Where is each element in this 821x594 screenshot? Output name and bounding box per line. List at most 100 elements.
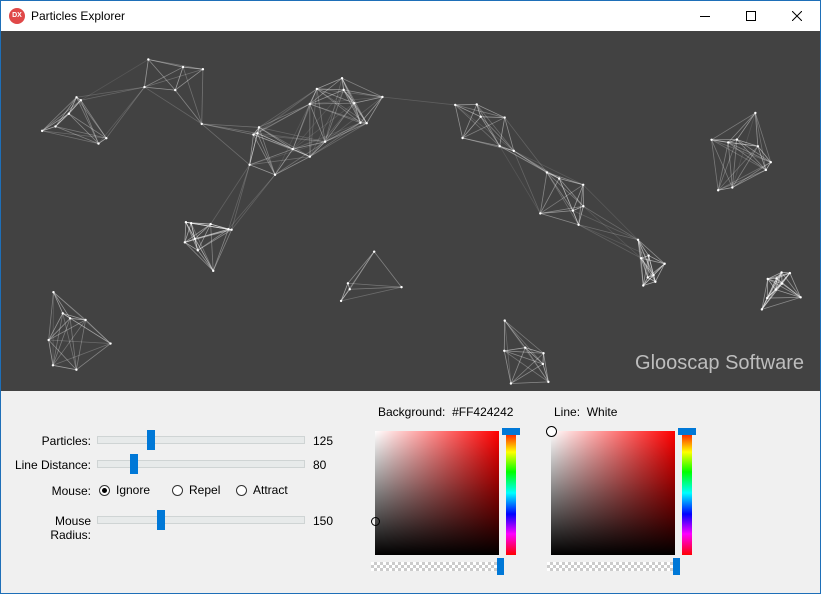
particle-link bbox=[349, 251, 375, 290]
particle-link bbox=[454, 104, 515, 152]
radio-repel[interactable]: Repel bbox=[172, 483, 220, 497]
particle-link bbox=[144, 59, 149, 88]
close-icon bbox=[792, 11, 802, 21]
line-hue-thumb[interactable] bbox=[678, 428, 696, 435]
line-alpha-bar[interactable] bbox=[547, 562, 677, 571]
line-hue-bar[interactable] bbox=[682, 431, 692, 555]
particle bbox=[196, 249, 199, 252]
particle bbox=[766, 277, 769, 281]
particle bbox=[348, 288, 351, 291]
particle bbox=[780, 282, 784, 285]
particle bbox=[503, 116, 506, 119]
mouse-label: Mouse: bbox=[51, 484, 91, 498]
line-distance-slider[interactable] bbox=[97, 454, 305, 474]
particle bbox=[67, 112, 71, 115]
particle-link bbox=[68, 113, 99, 144]
particle-link bbox=[727, 112, 756, 143]
radio-ignore-circle[interactable] bbox=[99, 484, 110, 496]
particle-link bbox=[53, 291, 86, 321]
particle bbox=[577, 223, 580, 226]
radio-repel-circle[interactable] bbox=[172, 484, 183, 496]
line-value: White bbox=[586, 405, 618, 419]
particle bbox=[756, 145, 760, 148]
background-alpha-thumb[interactable] bbox=[497, 558, 504, 575]
particle-link bbox=[316, 77, 343, 90]
window-title: Particles Explorer bbox=[31, 9, 126, 23]
line-distance-value: 80 bbox=[313, 458, 327, 472]
particle-link bbox=[499, 145, 548, 173]
particle-link bbox=[476, 104, 501, 147]
particle-link bbox=[41, 96, 77, 132]
particles-canvas[interactable]: Glooscap Software bbox=[1, 31, 820, 391]
particle bbox=[323, 140, 327, 143]
particle bbox=[308, 155, 312, 158]
title-bar[interactable]: DX Particles Explorer bbox=[1, 1, 820, 31]
radio-attract[interactable]: Attract bbox=[236, 483, 288, 497]
particle bbox=[353, 101, 356, 105]
particle bbox=[40, 129, 44, 133]
particle bbox=[654, 280, 657, 283]
background-alpha-bar[interactable] bbox=[371, 562, 501, 571]
particle bbox=[475, 103, 478, 106]
particle-link bbox=[174, 89, 203, 125]
particle-link bbox=[572, 210, 639, 241]
slider-track bbox=[97, 516, 305, 524]
background-hue-thumb[interactable] bbox=[502, 428, 520, 435]
radio-ignore[interactable]: Ignore bbox=[99, 483, 150, 497]
particle bbox=[273, 173, 277, 176]
mouse-radius-slider[interactable] bbox=[97, 510, 305, 530]
particle-link bbox=[324, 122, 367, 143]
particle bbox=[174, 88, 177, 92]
mouse-radius-value: 150 bbox=[313, 514, 334, 528]
particle bbox=[54, 125, 57, 128]
particle-link bbox=[316, 88, 361, 124]
particle-link bbox=[52, 313, 64, 366]
particle bbox=[75, 368, 78, 371]
particle-link bbox=[274, 148, 294, 175]
background-hue-bar[interactable] bbox=[506, 431, 516, 555]
particle bbox=[647, 254, 650, 257]
particle bbox=[799, 296, 802, 299]
particle bbox=[230, 228, 233, 231]
line-sv-area[interactable] bbox=[551, 431, 675, 555]
particle bbox=[308, 102, 312, 106]
minimize-icon bbox=[700, 16, 710, 17]
particle bbox=[61, 312, 64, 315]
particle-link bbox=[767, 296, 801, 299]
particle bbox=[339, 299, 343, 303]
particle-link bbox=[231, 164, 250, 230]
particle bbox=[365, 122, 368, 125]
maximize-icon bbox=[746, 11, 756, 21]
particles-slider[interactable] bbox=[97, 430, 305, 450]
radio-attract-circle[interactable] bbox=[236, 484, 247, 496]
background-sv-area[interactable] bbox=[375, 431, 499, 555]
particle bbox=[663, 262, 666, 265]
particle bbox=[200, 122, 203, 126]
particle bbox=[780, 271, 783, 274]
particle bbox=[503, 319, 506, 322]
line-distance-label: Line Distance: bbox=[14, 458, 91, 472]
particle bbox=[512, 149, 515, 153]
minimize-button[interactable] bbox=[682, 1, 728, 31]
particle-link bbox=[781, 272, 783, 284]
maximize-button[interactable] bbox=[728, 1, 774, 31]
line-picker-label: Line: White bbox=[554, 405, 617, 419]
slider-thumb[interactable] bbox=[130, 454, 139, 474]
close-button[interactable] bbox=[774, 1, 820, 31]
particle bbox=[256, 132, 259, 135]
particle bbox=[571, 209, 575, 212]
particle-link bbox=[210, 224, 214, 271]
slider-thumb[interactable] bbox=[157, 510, 166, 530]
particle bbox=[47, 338, 50, 342]
particle-link bbox=[454, 104, 500, 147]
particle bbox=[774, 288, 777, 291]
particle bbox=[754, 111, 757, 115]
particle-link bbox=[85, 319, 111, 344]
line-alpha-thumb[interactable] bbox=[673, 558, 680, 575]
line-sv-handle[interactable] bbox=[546, 426, 557, 437]
particle-link bbox=[69, 318, 77, 370]
particle bbox=[209, 222, 212, 226]
background-sv-handle[interactable] bbox=[371, 517, 380, 526]
particle bbox=[582, 205, 585, 208]
slider-thumb[interactable] bbox=[147, 430, 156, 450]
